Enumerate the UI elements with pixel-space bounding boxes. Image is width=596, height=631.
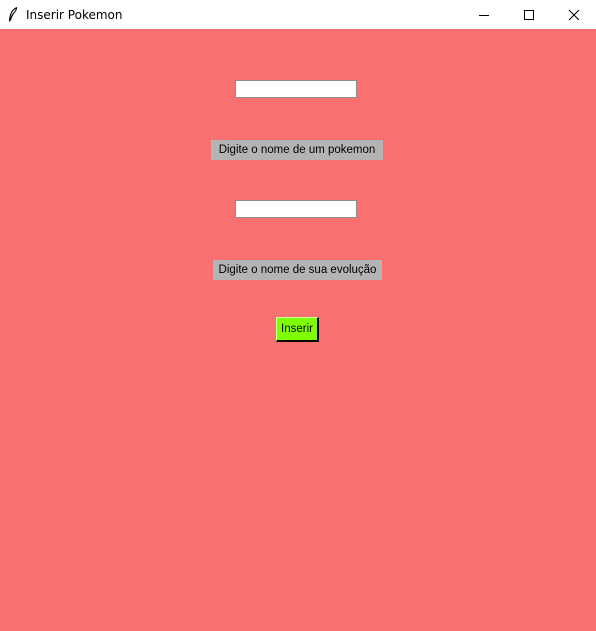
evolution-name-label: Digite o nome de sua evolução <box>213 260 382 280</box>
pokemon-name-input[interactable] <box>235 80 357 98</box>
pokemon-name-label: Digite o nome de um pokemon <box>211 140 383 160</box>
minimize-button[interactable] <box>461 0 506 29</box>
close-button[interactable] <box>551 0 596 29</box>
insert-button[interactable]: Inserir <box>276 317 319 342</box>
window-title: Inserir Pokemon <box>26 7 123 22</box>
app-window: Inserir Pokemon Digite o nome de um poke… <box>0 0 596 631</box>
maximize-icon <box>523 9 534 20</box>
window-controls <box>461 0 596 29</box>
title-bar[interactable]: Inserir Pokemon <box>0 0 596 29</box>
close-icon <box>568 9 579 20</box>
evolution-name-input[interactable] <box>235 200 357 218</box>
maximize-button[interactable] <box>506 0 551 29</box>
feather-icon <box>7 7 19 23</box>
minimize-icon <box>478 14 489 16</box>
